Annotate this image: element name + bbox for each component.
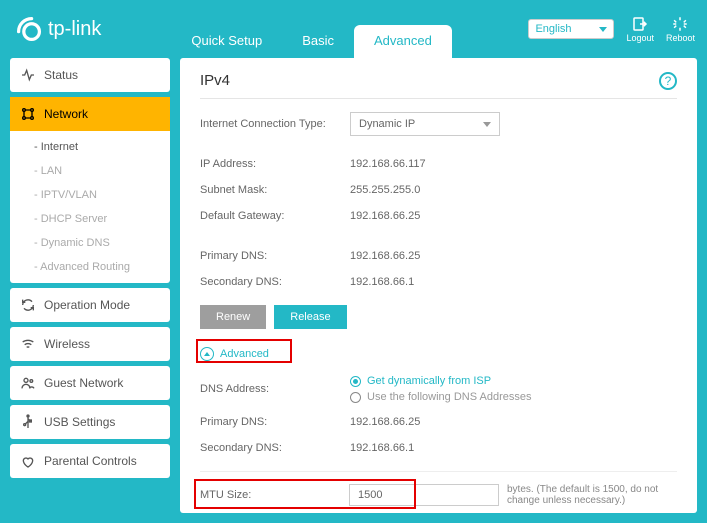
status-icon	[20, 67, 36, 83]
tplink-logo-icon	[16, 16, 42, 42]
brand-logo: tp-link	[16, 16, 101, 42]
top-bar: tp-link Quick Setup Basic Advanced Engli…	[0, 0, 707, 58]
mtu-note: bytes. (The default is 1500, do not chan…	[507, 484, 677, 506]
pdns-value: 192.168.66.25	[350, 250, 420, 262]
sdns-label: Secondary DNS:	[200, 276, 350, 288]
ip-value: 192.168.66.117	[350, 158, 426, 170]
main-tabs: Quick Setup Basic Advanced	[171, 0, 451, 58]
brand-name: tp-link	[48, 18, 101, 41]
usb-icon	[20, 414, 36, 430]
page-title: IPv4	[200, 72, 230, 89]
pdns-label: Primary DNS:	[200, 250, 350, 262]
sub-item-ddns[interactable]: - Dynamic DNS	[10, 231, 170, 255]
sidebar-item-parental[interactable]: Parental Controls	[10, 444, 170, 478]
sub-item-iptv[interactable]: - IPTV/VLAN	[10, 183, 170, 207]
network-submenu: - Internet - LAN - IPTV/VLAN - DHCP Serv…	[10, 131, 170, 283]
gw-label: Default Gateway:	[200, 210, 350, 222]
wireless-icon	[20, 336, 36, 352]
sidebar-item-status[interactable]: Status	[10, 58, 170, 92]
chevron-down-icon	[483, 122, 491, 127]
chevron-up-icon	[200, 347, 214, 361]
logout-icon	[631, 15, 649, 33]
sub-item-lan[interactable]: - LAN	[10, 159, 170, 183]
language-select[interactable]: English	[528, 19, 614, 39]
apdns-label: Primary DNS:	[200, 416, 350, 428]
sidebar-item-opmode[interactable]: Operation Mode	[10, 288, 170, 322]
apdns-value: 192.168.66.25	[350, 416, 420, 428]
advanced-toggle[interactable]: Advanced	[200, 345, 273, 363]
mask-value: 255.255.255.0	[350, 184, 420, 196]
sidebar-item-network[interactable]: Network	[10, 97, 170, 131]
sidebar-item-guest[interactable]: Guest Network	[10, 366, 170, 400]
renew-button[interactable]: Renew	[200, 305, 266, 329]
dns-opt-dynamic[interactable]: Get dynamically from ISP	[350, 375, 531, 387]
asdns-value: 192.168.66.1	[350, 442, 414, 454]
dnsaddr-label: DNS Address:	[200, 383, 350, 395]
parental-icon	[20, 453, 36, 469]
mtu-label: MTU Size:	[200, 489, 349, 501]
radio-icon	[350, 376, 361, 387]
reboot-icon	[671, 15, 689, 33]
logout-button[interactable]: Logout	[626, 15, 654, 43]
sub-item-internet[interactable]: - Internet	[10, 135, 170, 159]
network-icon	[20, 106, 36, 122]
release-button[interactable]: Release	[274, 305, 346, 329]
tab-advanced[interactable]: Advanced	[354, 25, 452, 58]
sub-item-dhcp[interactable]: - DHCP Server	[10, 207, 170, 231]
mask-label: Subnet Mask:	[200, 184, 350, 196]
conn-type-label: Internet Connection Type:	[200, 118, 350, 130]
guest-icon	[20, 375, 36, 391]
sidebar-item-wireless[interactable]: Wireless	[10, 327, 170, 361]
reboot-button[interactable]: Reboot	[666, 15, 695, 43]
sdns-value: 192.168.66.1	[350, 276, 414, 288]
ip-label: IP Address:	[200, 158, 350, 170]
asdns-label: Secondary DNS:	[200, 442, 350, 454]
main-panel: IPv4 ? Internet Connection Type: Dynamic…	[180, 58, 697, 513]
help-icon[interactable]: ?	[659, 72, 677, 90]
tab-quick-setup[interactable]: Quick Setup	[171, 25, 282, 58]
sub-item-routing[interactable]: - Advanced Routing	[10, 255, 170, 279]
conn-type-select[interactable]: Dynamic IP	[350, 112, 500, 136]
mtu-input[interactable]	[349, 484, 499, 506]
dns-opt-manual[interactable]: Use the following DNS Addresses	[350, 391, 531, 403]
sidebar: Status Network - Internet - LAN - IPTV/V…	[10, 58, 170, 513]
radio-icon	[350, 392, 361, 403]
opmode-icon	[20, 297, 36, 313]
sidebar-item-usb[interactable]: USB Settings	[10, 405, 170, 439]
gw-value: 192.168.66.25	[350, 210, 420, 222]
tab-basic[interactable]: Basic	[282, 25, 354, 58]
